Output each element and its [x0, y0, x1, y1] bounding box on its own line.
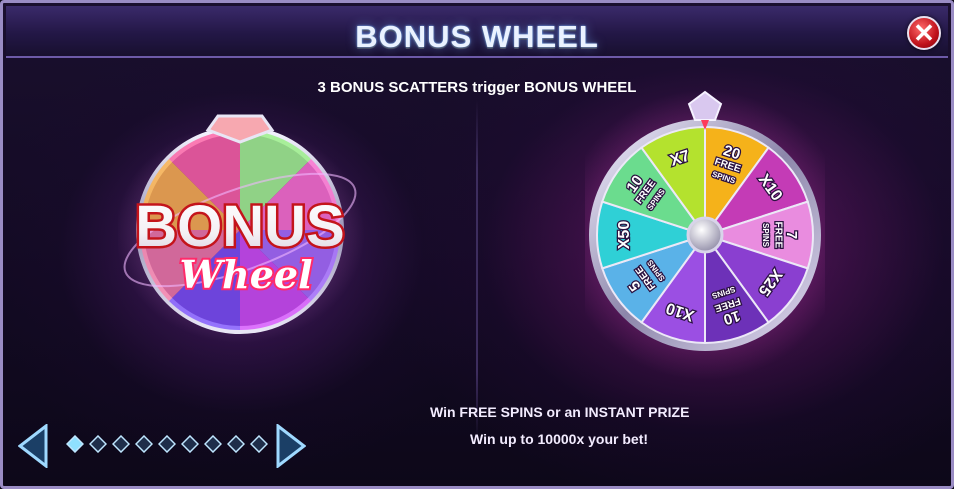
page-dot[interactable] [157, 434, 177, 454]
prize-wheel: 20 FREE SPINS X10 7 FREE SPINS X25 10 FREE SPINS X1… [560, 90, 850, 380]
logo-bonus-text: BONUS [135, 194, 344, 259]
wheel-hub [686, 216, 724, 254]
wheel-segment-label: SPINS [761, 223, 770, 248]
page-dot-active[interactable] [65, 434, 85, 454]
arrow-right-icon [276, 422, 307, 470]
page-dot[interactable] [111, 434, 131, 454]
wheel-segment-label: X50 [616, 221, 633, 250]
bonus-wheel-logo: BONUS Wheel [115, 108, 368, 348]
page-dot[interactable] [203, 434, 223, 454]
arrow-left-icon [17, 422, 48, 470]
pagination [17, 422, 318, 470]
header-bar: BONUS WHEEL [6, 6, 948, 58]
panel-divider [476, 100, 478, 440]
prize-info-line1: Win FREE SPINS or an INSTANT PRIZE [430, 404, 690, 420]
page-dot[interactable] [226, 434, 246, 454]
page-dot[interactable] [249, 434, 269, 454]
wheel-segment-label: 7 [783, 231, 800, 239]
wheel-segment-label: FREE [772, 222, 783, 249]
close-button[interactable]: ✕ [907, 16, 941, 50]
next-page-button[interactable] [276, 422, 307, 470]
page-title: BONUS WHEEL [355, 19, 599, 54]
logo-wheel-text: Wheel [179, 252, 312, 297]
page-dot[interactable] [134, 434, 154, 454]
close-icon: ✕ [913, 18, 935, 48]
page-dot[interactable] [180, 434, 200, 454]
page-dot[interactable] [88, 434, 108, 454]
prev-page-button[interactable] [17, 422, 48, 470]
prize-info-line2: Win up to 10000x your bet! [470, 431, 649, 447]
